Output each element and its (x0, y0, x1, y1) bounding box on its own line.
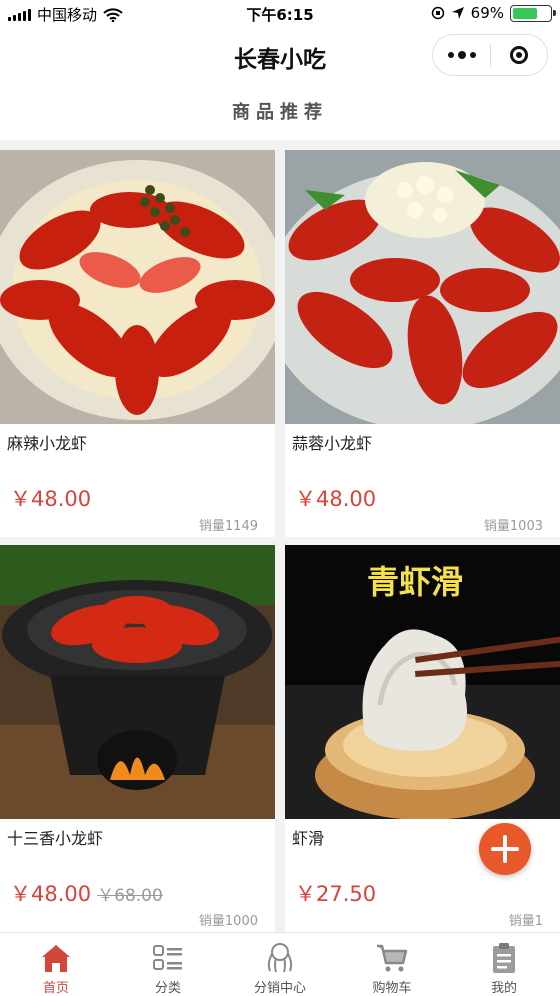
more-dots-icon[interactable] (433, 51, 490, 59)
product-card[interactable]: 麻辣小龙虾 ￥48.00 销量1149 (0, 150, 275, 537)
product-sales: 销量1000 (198, 914, 258, 929)
product-name: 十三香小龙虾 (7, 829, 104, 848)
orientation-lock-icon (431, 6, 444, 20)
close-target-icon[interactable] (491, 46, 547, 64)
section-header: 商品推荐 (0, 83, 560, 140)
category-list-icon (153, 945, 182, 970)
product-name: 虾滑 (292, 829, 325, 848)
add-to-cart-button[interactable] (479, 823, 531, 875)
photo-caption: 青虾滑 (367, 563, 463, 601)
product-card[interactable]: 十三香小龙虾 ￥48.00 ￥68.00 销量1000 (0, 545, 275, 932)
distribution-icon (267, 943, 293, 973)
price-current: ￥48.00 (10, 487, 92, 511)
tab-label: 分类 (154, 981, 181, 996)
nav-bar: 长春小吃 (0, 28, 560, 83)
section-title: 商品推荐 (232, 102, 328, 123)
price-current: ￥48.00 (295, 487, 377, 511)
status-bar: 中国移动 下午6:15 69% (0, 0, 560, 28)
price-current: ￥48.00 (10, 882, 92, 906)
tab-label: 分销中心 (253, 981, 306, 996)
tab-cart[interactable]: 购物车 (336, 933, 448, 996)
tab-distribution[interactable]: 分销中心 (224, 933, 336, 996)
product-sales: 销量1149 (198, 519, 258, 534)
product-card[interactable]: 蒜蓉小龙虾 ￥48.00 销量1003 (285, 150, 560, 537)
location-icon (451, 7, 464, 19)
tab-label: 我的 (490, 981, 517, 996)
tab-label: 购物车 (372, 981, 412, 996)
product-price: ￥48.00 (10, 483, 91, 513)
battery-icon (510, 4, 556, 22)
price-original: ￥68.00 (97, 886, 163, 906)
clipboard-icon (493, 943, 515, 973)
price-current: ￥27.50 (295, 882, 377, 906)
home-icon (42, 945, 70, 972)
garlic-crayfish-photo[interactable] (285, 150, 560, 424)
product-name: 蒜蓉小龙虾 (292, 434, 373, 453)
tab-mine[interactable]: 我的 (448, 933, 560, 996)
product-sales: 销量1 (508, 914, 543, 929)
product-price: ￥48.00 ￥68.00 (10, 878, 163, 908)
tab-bar: 首页 分类 分销中心 购物车 我的 (0, 932, 560, 996)
spicy-crayfish-photo[interactable] (0, 150, 275, 424)
product-price: ￥48.00 (295, 483, 376, 513)
product-sales: 销量1003 (483, 519, 543, 534)
tab-home[interactable]: 首页 (0, 933, 112, 996)
tab-label: 首页 (42, 981, 69, 996)
tab-category[interactable]: 分类 (112, 933, 224, 996)
product-price: ￥27.50 (295, 878, 376, 908)
product-card[interactable]: 青虾滑 虾滑 ￥27.50 销量1 (285, 545, 560, 932)
battery-percent: 69% (470, 4, 504, 22)
product-name: 麻辣小龙虾 (7, 434, 88, 453)
cart-icon (377, 944, 408, 972)
shrimp-paste-photo[interactable]: 青虾滑 (285, 545, 560, 819)
mini-program-capsule (432, 34, 548, 76)
thirteen-spice-crayfish-photo[interactable] (0, 545, 275, 819)
